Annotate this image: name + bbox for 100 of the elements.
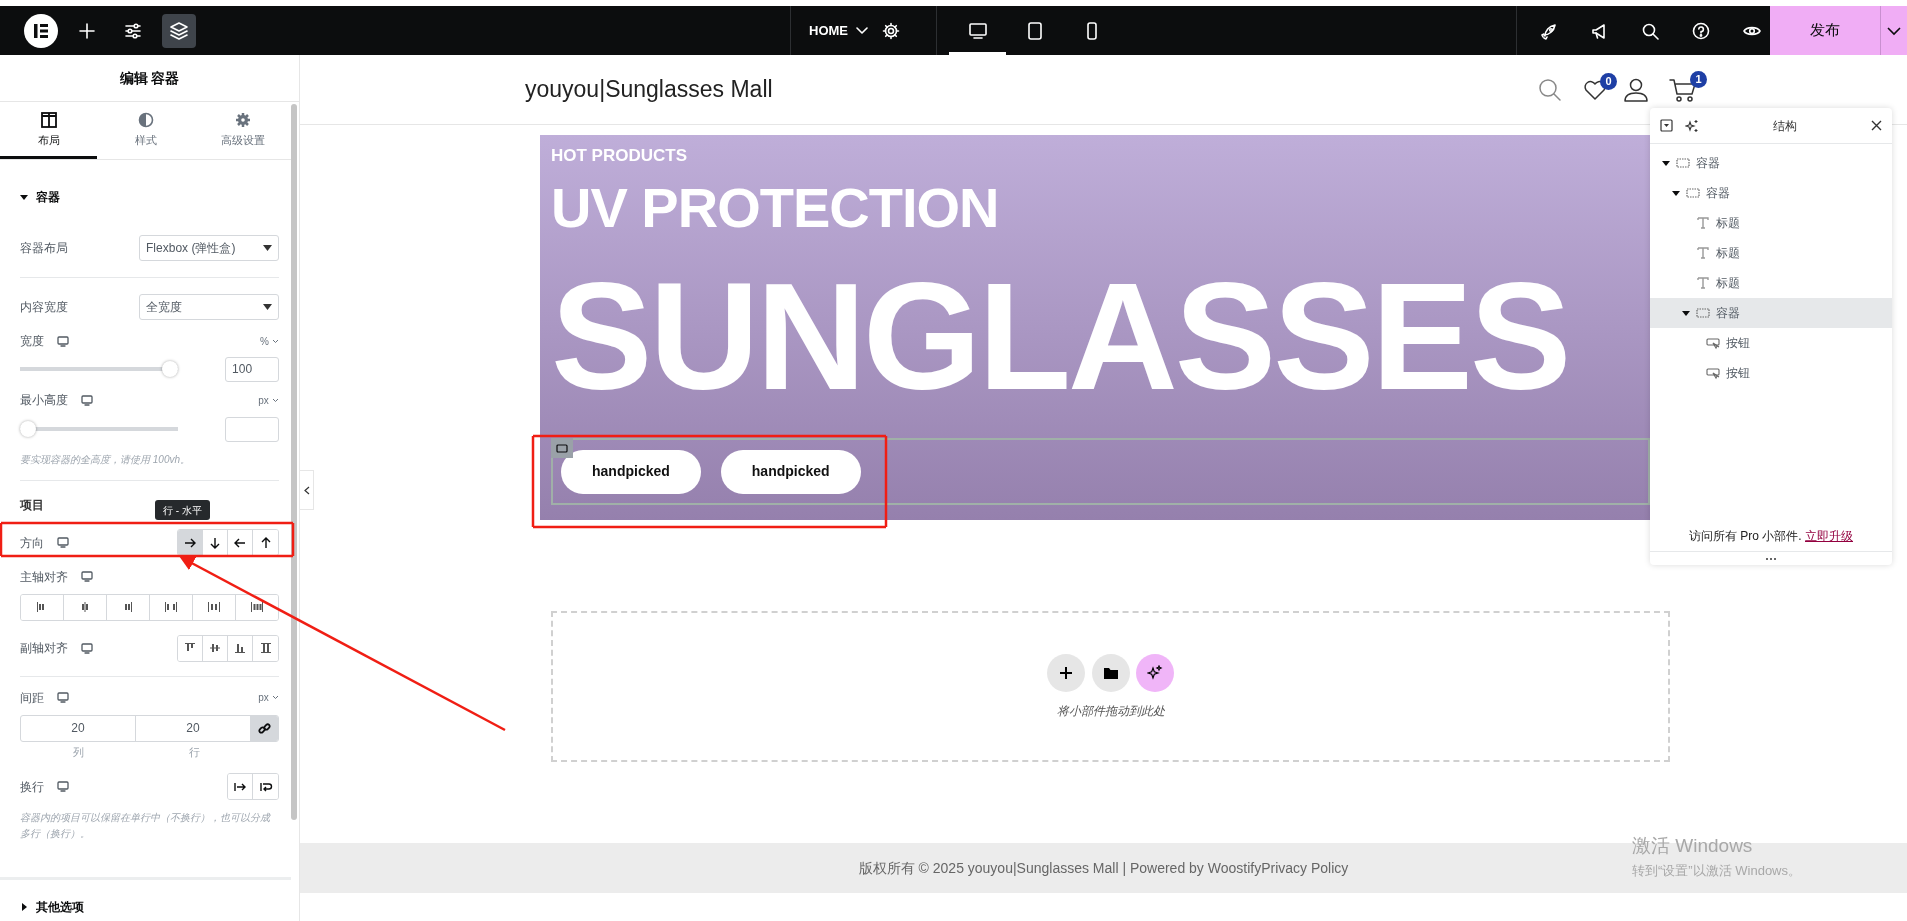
section-toggle[interactable]: 其他选项 [0,898,96,916]
option-button[interactable] [228,774,254,799]
caret-icon [20,193,28,201]
button-icon [1706,366,1720,380]
caret-down-icon [263,245,273,251]
hero-button[interactable]: handpicked [561,449,701,494]
text-icon [1696,276,1710,290]
link-values-button[interactable] [251,715,279,741]
search-icon [1641,21,1659,40]
publish-menu-button[interactable] [1880,6,1907,55]
number-field[interactable] [225,416,280,442]
chevron-down-icon [272,695,280,700]
caret-icon [20,903,28,911]
unit-select[interactable]: px [258,690,280,705]
publish-button[interactable]: 发布 [1770,6,1880,55]
sparkle-icon [1147,664,1163,681]
field-label: 内容宽度 [20,299,68,316]
sparkle-icon[interactable] [1685,118,1699,133]
slider-thumb[interactable] [162,361,178,377]
chevron-down-icon [856,26,868,35]
collapse-icon[interactable] [1660,119,1673,132]
tree-item[interactable]: 容器 [1650,148,1892,178]
desktop-icon [57,692,69,703]
field-label: 宽度 [20,333,44,350]
desktop-icon [57,335,69,347]
upgrade-link[interactable]: 立即升级 [1805,529,1853,543]
page-menu[interactable]: HOME [809,13,868,48]
hero-title: UV PROTECTION [551,176,1000,239]
caret-icon [1682,309,1690,317]
text-icon [1696,216,1710,230]
search-icon[interactable] [1537,76,1563,103]
activation-text: 转到“设置”以激活 Windows。 [1632,861,1801,880]
container-icon [556,443,568,453]
unit-select[interactable]: px [258,392,280,408]
template-button[interactable] [1091,653,1130,692]
link-icon [258,721,272,735]
hero-button[interactable]: handpicked [720,449,861,494]
chevron-down-icon [272,397,280,403]
selected-container[interactable]: handpicked handpicked [551,438,1650,506]
chevron-left-icon [303,485,310,495]
option-button[interactable] [178,530,204,555]
panel-tab[interactable]: 高级设置 [194,102,292,159]
tree-item[interactable]: 标题 [1650,268,1892,298]
option-button[interactable] [178,635,204,661]
layout-select[interactable]: Flexbox (弹性盒) [139,235,280,261]
site-title[interactable]: youyou|Sunglasses Mall [525,72,773,107]
field-label: 换行 [20,778,44,796]
align-middle-icon [208,641,223,655]
cart-icon[interactable] [1669,76,1697,103]
gear-icon [234,112,251,129]
panel-tab[interactable]: 样式 [97,102,195,159]
container-icon [1696,306,1710,320]
settings-icon[interactable] [882,21,900,40]
hero-headline: SUNGLASSES [551,260,1570,413]
justify-between-icon [164,600,178,614]
field-label: 最小高度 [20,392,68,409]
section-toggle[interactable]: 容器 [0,188,72,206]
justify-evenly-icon [250,600,264,614]
tree-item[interactable]: 标题 [1650,208,1892,238]
heart-icon[interactable] [1583,78,1607,101]
add-icon [1059,665,1073,680]
column-gap-field[interactable]: 20 [21,715,136,741]
count-badge: 1 [1690,70,1707,88]
panel-tab[interactable]: 布局 [0,102,97,159]
tree-item[interactable]: 容器 [1650,298,1892,328]
tooltip: 行 - 水平 [155,500,210,520]
width-select[interactable]: 全宽度 [139,294,280,320]
group-heading: 项目 [20,498,44,512]
button-icon [1706,336,1720,350]
desktop-icon [81,571,93,582]
promo-text: 访问所有 Pro 小部件. 立即升级 [1688,528,1854,545]
close-icon[interactable] [1871,120,1882,131]
ai-button[interactable] [1136,653,1174,692]
tree-item[interactable]: 标题 [1650,238,1892,268]
unit-select[interactable]: % [259,333,280,349]
field-caption: 行 [188,745,200,758]
number-field[interactable]: 100 [225,356,280,382]
field-label: 副轴对齐 [20,640,68,657]
rocket-icon [1539,21,1557,40]
tree-item[interactable]: 按钮 [1650,328,1892,358]
field-label: 方向 [20,534,44,552]
add-section-button[interactable] [1047,653,1085,692]
field-label: 容器布局 [20,240,68,257]
scrollbar[interactable] [291,104,298,820]
tree-item[interactable]: 按钮 [1650,358,1892,388]
user-icon[interactable] [1623,76,1649,103]
container-icon [1676,156,1690,170]
tree-item[interactable]: 容器 [1650,178,1892,208]
resize-handle-icon[interactable] [1765,556,1777,561]
slider-thumb[interactable] [20,421,36,437]
container-handle[interactable] [551,438,573,459]
option-button[interactable] [21,594,64,620]
field-label: 主轴对齐 [20,568,68,586]
help-icon [1692,21,1710,40]
layers-button[interactable] [162,13,196,48]
desktop-icon [81,642,93,654]
collapse-panel-button[interactable] [300,470,314,510]
desktop-icon [57,781,69,792]
field-caption: 列 [72,745,84,758]
logo-icon[interactable] [24,13,58,48]
